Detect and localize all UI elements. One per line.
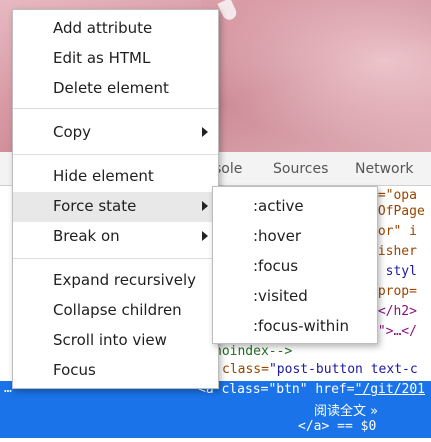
- menu-item-force-state[interactable]: Force state: [13, 192, 218, 222]
- force-state-submenu: :active :hover :focus :visited :focus-wi…: [212, 186, 378, 344]
- menu-separator: [13, 258, 218, 259]
- selected-element-row[interactable]: … <a class="btn" href="/git/201 阅读全文 » <…: [0, 381, 431, 438]
- selected-line-text: 阅读全文 »: [314, 404, 379, 419]
- code-comment-line[interactable]: noindex-->: [214, 344, 292, 359]
- submenu-item-focus-within[interactable]: :focus-within: [213, 312, 377, 342]
- menu-separator: [13, 154, 218, 155]
- selected-line-open-tag: <a class="btn" href="/git/201: [198, 382, 426, 397]
- menu-item-hide-element[interactable]: Hide element: [13, 162, 218, 192]
- menu-separator: [13, 108, 218, 109]
- row-ellipsis[interactable]: …: [4, 381, 12, 396]
- menu-item-delete-element[interactable]: Delete element: [13, 74, 218, 104]
- menu-item-edit-as-html[interactable]: Edit as HTML: [13, 44, 218, 74]
- tab-network[interactable]: Network: [355, 161, 413, 177]
- submenu-item-focus[interactable]: :focus: [213, 252, 377, 282]
- submenu-item-active[interactable]: :active: [213, 192, 377, 222]
- menu-item-scroll-into-view[interactable]: Scroll into view: [13, 326, 218, 356]
- menu-item-expand-recursively[interactable]: Expand recursively: [13, 266, 218, 296]
- submenu-arrow-icon: [202, 231, 208, 241]
- selected-line-close-tag: </a> == $0: [298, 419, 377, 434]
- submenu-item-visited[interactable]: :visited: [213, 282, 377, 312]
- menu-item-break-on[interactable]: Break on: [13, 222, 218, 252]
- menu-item-copy[interactable]: Copy: [13, 118, 218, 148]
- code-class-line[interactable]: class="post-button text-c: [222, 362, 418, 377]
- menu-item-collapse-children[interactable]: Collapse children: [13, 296, 218, 326]
- background-art: [201, 0, 431, 152]
- menu-item-focus[interactable]: Focus: [13, 356, 218, 386]
- tab-sources[interactable]: Sources: [273, 161, 328, 177]
- context-menu: Add attribute Edit as HTML Delete elemen…: [12, 9, 219, 389]
- submenu-item-hover[interactable]: :hover: [213, 222, 377, 252]
- menu-item-add-attribute[interactable]: Add attribute: [13, 14, 218, 44]
- submenu-arrow-icon: [202, 201, 208, 211]
- submenu-arrow-icon: [202, 127, 208, 137]
- code-fragment[interactable]: yOfPage: [370, 204, 425, 219]
